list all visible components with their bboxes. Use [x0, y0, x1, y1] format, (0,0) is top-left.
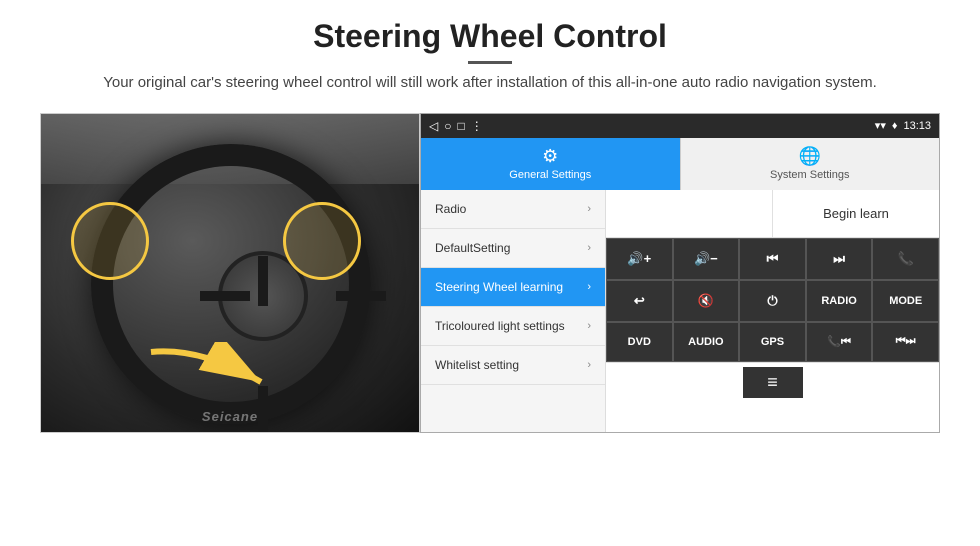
- chevron-icon-radio: ›: [587, 203, 591, 215]
- left-menu: Radio › DefaultSetting › Steering Wheel …: [421, 190, 606, 432]
- chevron-icon-steering: ›: [587, 281, 591, 293]
- highlight-circle-right: [283, 202, 361, 280]
- begin-learn-button[interactable]: Begin learn: [773, 190, 939, 237]
- menu-dots-icon: ⋮: [471, 119, 483, 133]
- page-title: Steering Wheel Control: [103, 18, 877, 55]
- clock: 13:13: [903, 120, 931, 132]
- prev-next-icon: ⏮⏭: [896, 335, 916, 348]
- tab-bar: ⚙ General Settings 🌐 System Settings: [421, 138, 939, 190]
- dvd-button[interactable]: DVD: [606, 322, 673, 362]
- last-row: ≡: [606, 362, 939, 402]
- phone-prev-icon: 📞⏮: [827, 335, 851, 349]
- tab-general-settings[interactable]: ⚙ General Settings: [421, 138, 680, 190]
- phone-button[interactable]: 📞: [872, 238, 939, 280]
- button-grid-row2: ↩ 🔇 ⏻ RADIO MODE: [606, 280, 939, 322]
- right-panel: Begin learn 🔊+ 🔊− ⏮: [606, 190, 939, 432]
- gps-label: GPS: [761, 336, 784, 348]
- menu-item-default-setting[interactable]: DefaultSetting ›: [421, 229, 605, 268]
- chevron-icon-tricoloured: ›: [587, 320, 591, 332]
- mode-button[interactable]: MODE: [872, 280, 939, 322]
- page-subtitle: Your original car's steering wheel contr…: [103, 72, 877, 95]
- back-call-button[interactable]: ↩: [606, 280, 673, 322]
- menu-default-label: DefaultSetting: [435, 241, 510, 255]
- list-icon: ≡: [767, 372, 778, 393]
- highlight-circle-left: [71, 202, 149, 280]
- back-icon: ◁: [429, 119, 438, 133]
- menu-steering-label: Steering Wheel learning: [435, 280, 563, 294]
- tab-general-label: General Settings: [509, 169, 591, 181]
- title-divider: [468, 61, 512, 64]
- gps-button[interactable]: GPS: [739, 322, 806, 362]
- audio-button[interactable]: AUDIO: [673, 322, 740, 362]
- menu-item-tricoloured[interactable]: Tricoloured light settings ›: [421, 307, 605, 346]
- mute-button[interactable]: 🔇: [673, 280, 740, 322]
- mode-text: MODE: [889, 295, 922, 307]
- menu-whitelist-label: Whitelist setting: [435, 358, 519, 372]
- menu-item-steering-wheel[interactable]: Steering Wheel learning ›: [421, 268, 605, 307]
- phone-icon: 📞: [898, 251, 914, 267]
- chevron-icon-whitelist: ›: [587, 359, 591, 371]
- radio-begin-row: Begin learn: [606, 190, 939, 238]
- radio-text: RADIO: [821, 295, 856, 307]
- radio-label-area: [606, 190, 773, 237]
- tab-system-label: System Settings: [770, 169, 849, 181]
- text-button-row: DVD AUDIO GPS 📞⏮ ⏮⏭: [606, 322, 939, 362]
- home-icon: ○: [444, 119, 451, 133]
- gear-settings-icon: ⚙: [542, 146, 558, 167]
- watermark: Seicane: [202, 409, 258, 424]
- status-bar: ◁ ○ □ ⋮ ▾▾ ♦ 13:13: [421, 114, 939, 138]
- power-icon: ⏻: [767, 293, 777, 309]
- radio-mode-button[interactable]: RADIO: [806, 280, 873, 322]
- status-bar-left: ◁ ○ □ ⋮: [429, 119, 483, 133]
- vol-down-icon: 🔊−: [694, 251, 718, 267]
- recents-icon: □: [457, 119, 464, 133]
- dvd-label: DVD: [628, 336, 651, 348]
- mute-icon: 🔇: [698, 293, 714, 309]
- content-row: Seicane ◁ ○ □ ⋮ ▾▾ ♦ 13:13: [40, 113, 940, 453]
- chevron-icon-default: ›: [587, 242, 591, 254]
- menu-tricoloured-label: Tricoloured light settings: [435, 319, 565, 333]
- menu-item-whitelist[interactable]: Whitelist setting ›: [421, 346, 605, 385]
- spoke-top: [258, 256, 268, 306]
- power-button[interactable]: ⏻: [739, 280, 806, 322]
- spoke-left: [200, 291, 250, 301]
- menu-item-radio[interactable]: Radio ›: [421, 190, 605, 229]
- prev-track-icon: ⏮: [767, 251, 779, 267]
- next-track-icon: ⏭: [833, 251, 845, 267]
- phone-prev-button[interactable]: 📞⏮: [806, 322, 873, 362]
- audio-label: AUDIO: [688, 336, 723, 348]
- title-section: Steering Wheel Control Your original car…: [103, 18, 877, 107]
- prev-next-button[interactable]: ⏮⏭: [872, 322, 939, 362]
- signal-icon: ▾▾: [875, 119, 886, 132]
- button-grid-row1: 🔊+ 🔊− ⏮ ⏭ 📞: [606, 238, 939, 280]
- android-panel: ◁ ○ □ ⋮ ▾▾ ♦ 13:13 ⚙ General Settings: [420, 113, 940, 433]
- system-icon: 🌐: [799, 146, 821, 167]
- vol-down-button[interactable]: 🔊−: [673, 238, 740, 280]
- menu-radio-label: Radio: [435, 202, 466, 216]
- steering-wheel-image: Seicane: [40, 113, 420, 433]
- next-track-button[interactable]: ⏭: [806, 238, 873, 280]
- status-bar-right: ▾▾ ♦ 13:13: [875, 119, 931, 132]
- list-icon-button[interactable]: ≡: [743, 367, 803, 398]
- vol-up-icon: 🔊+: [627, 251, 651, 267]
- wifi-icon: ♦: [892, 120, 898, 132]
- main-area: Radio › DefaultSetting › Steering Wheel …: [421, 190, 939, 432]
- spoke-right: [336, 291, 386, 301]
- back-call-icon: ↩: [634, 293, 645, 309]
- prev-track-button[interactable]: ⏮: [739, 238, 806, 280]
- tab-system-settings[interactable]: 🌐 System Settings: [680, 138, 940, 190]
- vol-up-button[interactable]: 🔊+: [606, 238, 673, 280]
- arrow-pointer: [141, 342, 301, 402]
